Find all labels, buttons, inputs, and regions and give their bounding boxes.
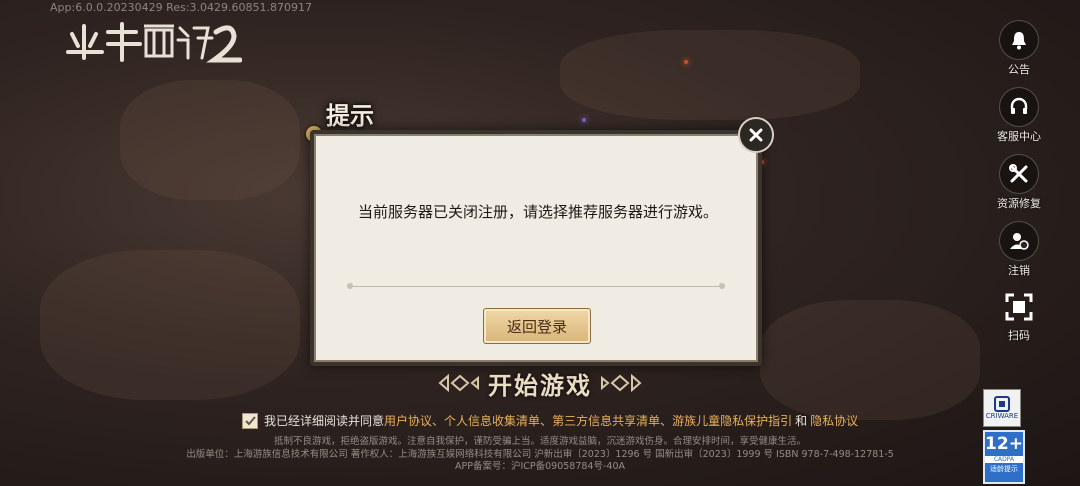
tools-icon: [999, 154, 1039, 194]
privacy-policy-link[interactable]: 隐私协议: [810, 412, 858, 429]
age-org: CADPA: [985, 456, 1023, 463]
dialog-title: 提示: [326, 102, 374, 130]
start-game-label: 开始游戏: [488, 371, 592, 400]
icp-record: APP备案号：沪ICP备09058784号-40A: [455, 461, 625, 472]
personal-info-list-link[interactable]: 个人信息收集清单: [444, 412, 540, 429]
third-party-sharing-link[interactable]: 第三方信息共享清单: [552, 412, 660, 429]
version-text: App:6.0.0.20230429 Res:3.0429.60851.8709…: [50, 1, 312, 14]
resource-repair-label: 资源修复: [997, 197, 1041, 210]
customer-service-label: 客服中心: [997, 130, 1041, 143]
side-menu: 公告 客服中心 资源修复 注销 扫码: [997, 20, 1041, 353]
user-agreement-link[interactable]: 用户协议: [384, 412, 432, 429]
separator: 、: [540, 414, 553, 428]
separator: 、: [660, 414, 673, 428]
close-button[interactable]: [738, 117, 774, 153]
close-icon: [749, 128, 763, 142]
agreement-prefix: 我已经详细阅读并同意: [264, 414, 385, 428]
dialog-divider: [347, 283, 725, 289]
age-rating-badge: 12+ CADPA 适龄提示: [983, 430, 1025, 484]
announcement-button[interactable]: 公告: [998, 20, 1040, 77]
agreement-row: 我已经详细阅读并同意 用户协议、 个人信息收集清单、 第三方信息共享清单、 游族…: [242, 412, 858, 429]
agreement-checkbox[interactable]: [242, 412, 258, 429]
checkmark-icon: [244, 416, 256, 426]
criware-text: CRIWARE: [985, 412, 1019, 420]
scan-icon: [1000, 288, 1038, 326]
criware-badge: CRIWARE: [983, 389, 1021, 427]
left-ornament-icon: [438, 374, 479, 392]
game-logo: [62, 18, 243, 66]
bell-icon: [999, 20, 1039, 60]
customer-service-button[interactable]: 客服中心: [997, 87, 1041, 144]
scan-label: 扫码: [1008, 329, 1030, 342]
dialog-message: 当前服务器已关闭注册，请选择推荐服务器进行游戏。: [358, 203, 719, 221]
agreement-and: 和: [795, 414, 808, 428]
age-rating: 12+: [985, 434, 1023, 454]
child-privacy-link[interactable]: 游族儿童隐私保护指引: [672, 412, 792, 429]
return-login-button[interactable]: 返回登录: [483, 308, 591, 344]
prompt-dialog: 当前服务器已关闭注册，请选择推荐服务器进行游戏。 返回登录: [310, 130, 762, 366]
right-ornament-icon: [601, 374, 642, 392]
health-notice: 抵制不良游戏，拒绝盗版游戏。注意自我保护，谨防受骗上当。适度游戏益脑，沉迷游戏伤…: [273, 436, 806, 447]
logout-label: 注销: [1008, 264, 1030, 277]
resource-repair-button[interactable]: 资源修复: [997, 154, 1041, 211]
headset-icon: [999, 87, 1039, 127]
logout-button[interactable]: 注销: [998, 221, 1040, 278]
scan-button[interactable]: 扫码: [998, 288, 1040, 343]
start-game-button[interactable]: 开始游戏: [430, 365, 650, 401]
separator: 、: [432, 414, 445, 428]
age-note: 适龄提示: [990, 465, 1018, 473]
user-logout-icon: [999, 221, 1039, 261]
criware-logo-icon: [994, 396, 1010, 412]
announcement-label: 公告: [1008, 63, 1030, 76]
